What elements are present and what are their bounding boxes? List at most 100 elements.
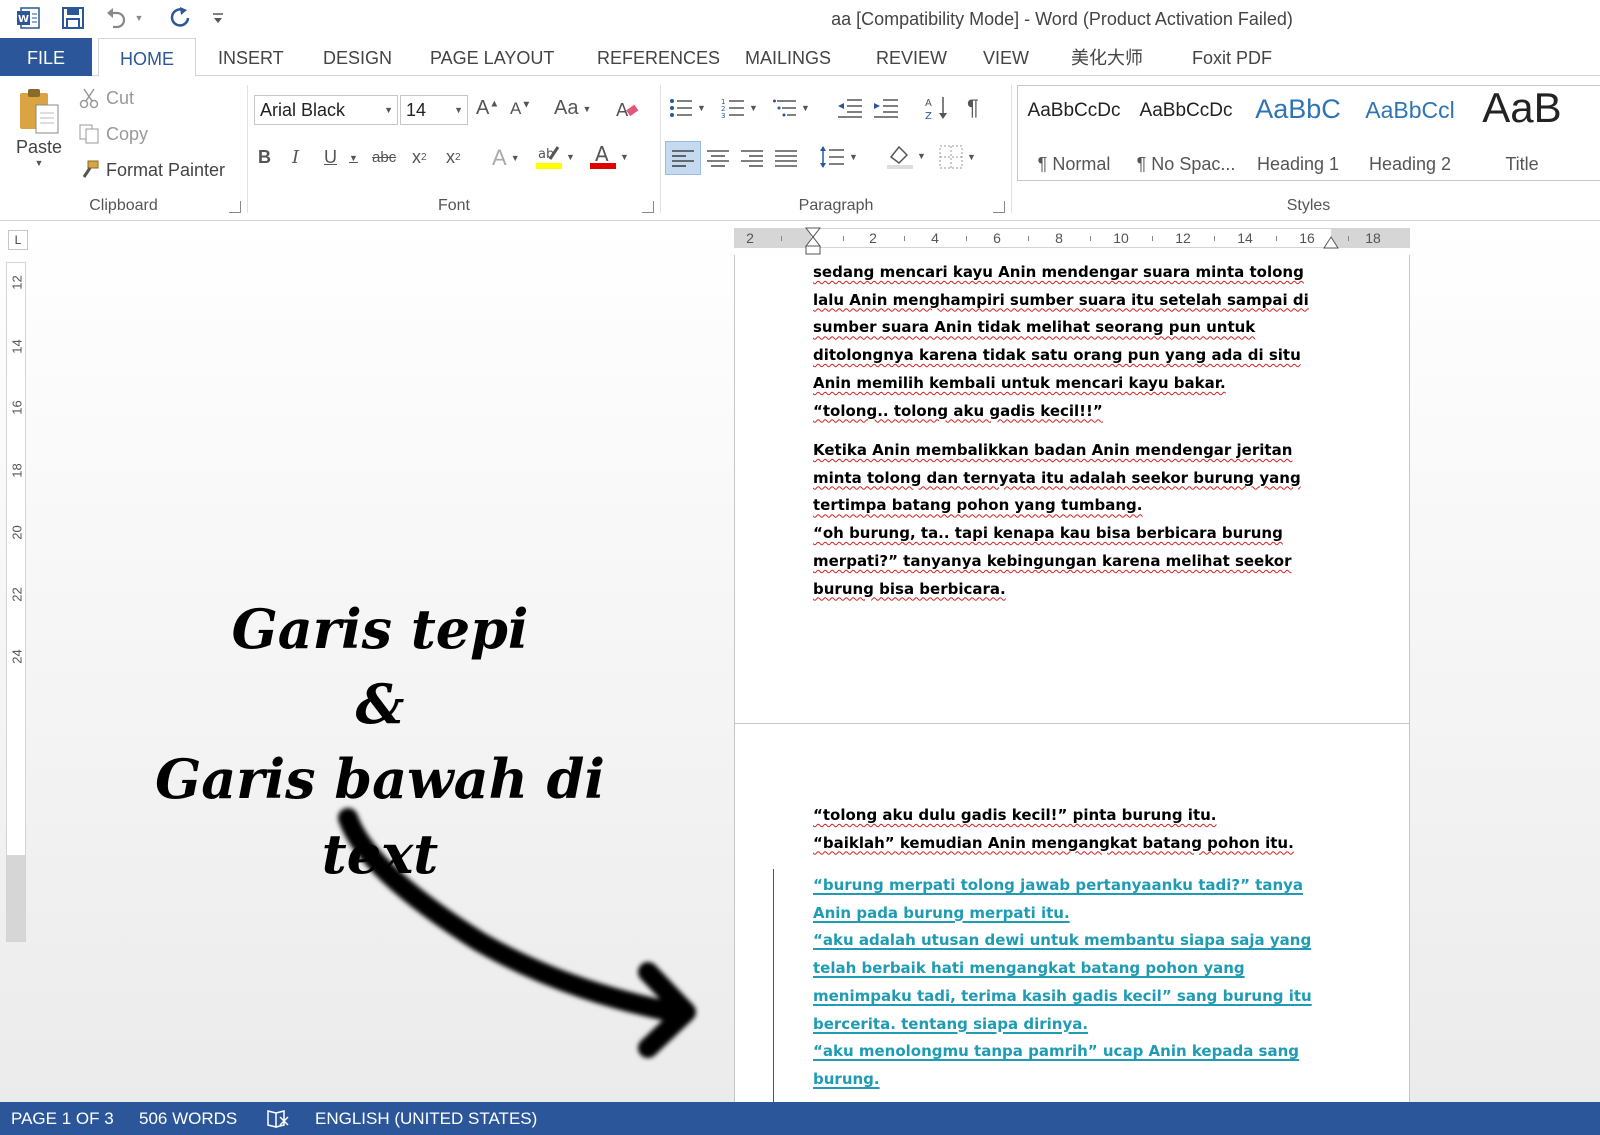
window-title: aa [Compatibility Mode] - Word (Product …	[831, 9, 1293, 29]
font-color-button[interactable]: A ▼	[590, 143, 629, 171]
font-launcher-icon[interactable]	[642, 201, 654, 213]
paste-dropdown-icon[interactable]: ▼	[35, 158, 44, 168]
style-name: Heading 2	[1368, 154, 1452, 174]
ruler-label: 16	[9, 400, 25, 415]
horizontal-ruler[interactable]: 2 2 4 6 8 10 12 14 16 18	[734, 227, 1410, 255]
document-page[interactable]: “tolong aku dulu gadis kecil!” pinta bur…	[734, 723, 1410, 1102]
text-line: “tolong.. tolong aku gadis kecil!!”	[813, 401, 1103, 420]
text-line: “aku menolongmu tanpa pamrih” ucap Anin …	[813, 1042, 1300, 1061]
document-page[interactable]: sedang mencari kayu Anin mendengar suara…	[734, 255, 1410, 743]
align-center-button[interactable]	[707, 149, 729, 167]
change-case-button[interactable]: Aa ▼	[554, 97, 591, 120]
clipboard-launcher-icon[interactable]	[229, 201, 241, 213]
superscript-button[interactable]: x2	[446, 147, 461, 168]
highlight-button[interactable]: ab ▼	[536, 143, 575, 171]
paragraph-launcher-icon[interactable]	[993, 201, 1005, 213]
font-size-box[interactable]: 14 ▼	[400, 95, 468, 125]
text-line: sedang mencari kayu Anin mendengar suara…	[813, 263, 1304, 281]
decrease-indent-button[interactable]	[837, 97, 863, 119]
tab-mailings[interactable]: MAILINGS	[733, 38, 843, 76]
tab-design[interactable]: DESIGN	[311, 38, 404, 76]
align-right-icon	[741, 149, 763, 167]
text-effects-icon: A	[492, 145, 507, 170]
annotation-line: Garis tepi	[231, 597, 529, 661]
text-line: tertimpa batang pohon yang tumbang.	[813, 496, 1143, 515]
tab-page-layout[interactable]: PAGE LAYOUT	[418, 38, 566, 76]
tab-home[interactable]: HOME	[98, 38, 196, 77]
sort-button[interactable]: AZ	[925, 95, 949, 121]
paragraph[interactable]: “tolong aku dulu gadis kecil!” pinta bur…	[813, 802, 1333, 857]
tab-meihuadashi[interactable]: 美化大师	[1059, 38, 1155, 76]
paragraph[interactable]: Ketika Anin membalikkan badan Anin mende…	[813, 437, 1333, 603]
decrease-indent-icon	[837, 97, 863, 119]
text-line: menimpaku tadi, terima kasih gadis kecil…	[813, 986, 1312, 1005]
font-name-box[interactable]: Arial Black ▼	[254, 95, 398, 125]
shading-button[interactable]: ▼	[887, 143, 926, 169]
paste-icon	[20, 89, 59, 134]
pilcrow-icon: ¶	[967, 95, 979, 120]
italic-button[interactable]: I	[292, 147, 299, 168]
text-line: “oh burung, ta.. tapi kenapa kau bisa be…	[813, 524, 1283, 543]
svg-text:3: 3	[721, 112, 725, 119]
subscript-button[interactable]: x2	[412, 147, 427, 168]
tab-selector[interactable]: L	[8, 230, 28, 250]
text-line: ditolongnya karena tidak satu orang pun …	[813, 346, 1301, 365]
tab-review[interactable]: REVIEW	[864, 38, 959, 76]
style-title[interactable]: AaB Title	[1466, 86, 1578, 180]
bold-button[interactable]: B	[258, 147, 271, 168]
style-normal[interactable]: AaBbCcDc ¶ Normal	[1018, 86, 1130, 180]
style-sample: AaB	[1482, 85, 1562, 131]
shrink-font-button[interactable]: A▼	[510, 99, 531, 119]
tab-view[interactable]: VIEW	[971, 38, 1041, 76]
line-spacing-button[interactable]: ▼	[819, 145, 858, 169]
increase-indent-button[interactable]	[873, 97, 899, 119]
style-heading-2[interactable]: AaBbCcl Heading 2	[1354, 86, 1466, 180]
align-left-button[interactable]	[665, 141, 701, 175]
grow-font-button[interactable]: A▲	[476, 97, 499, 120]
bullets-button[interactable]: ▼	[669, 97, 706, 119]
style-name: ¶ No Spac...	[1136, 154, 1236, 174]
tab-foxit-pdf[interactable]: Foxit PDF	[1180, 38, 1284, 76]
ruler-label: 8	[1055, 230, 1063, 246]
tab-insert[interactable]: INSERT	[206, 38, 296, 76]
underlined-paragraph[interactable]: “burung merpati tolong jawab pertanyaank…	[813, 872, 1333, 1094]
clear-formatting-button[interactable]: A	[614, 97, 640, 123]
borders-button[interactable]: ▼	[939, 145, 976, 169]
strikethrough-button[interactable]: abc	[372, 149, 396, 166]
ruler-label: 2	[746, 230, 754, 246]
copy-button[interactable]: Copy	[78, 123, 148, 145]
format-painter-button[interactable]: Format Painter	[78, 159, 225, 181]
align-right-button[interactable]	[741, 149, 763, 167]
show-marks-button[interactable]: ¶	[967, 95, 979, 121]
numbering-button[interactable]: 1 2 3 ▼	[721, 97, 758, 119]
multilevel-list-button[interactable]: ▼	[773, 97, 810, 119]
style-sample: AaBbCcDc	[1139, 100, 1233, 121]
style-no-spacing[interactable]: AaBbCcDc ¶ No Spac...	[1130, 86, 1242, 180]
language-indicator[interactable]: ENGLISH (UNITED STATES)	[315, 1109, 537, 1129]
right-indent-marker-icon[interactable]	[1323, 235, 1339, 249]
paragraph[interactable]: sedang mencari kayu Anin mendengar suara…	[813, 259, 1333, 425]
justify-button[interactable]	[775, 149, 797, 167]
paste-button[interactable]: Paste ▼	[14, 85, 64, 185]
tab-references[interactable]: REFERENCES	[585, 38, 732, 76]
underline-button[interactable]: U ▼	[324, 147, 358, 168]
format-painter-label: Format Painter	[106, 159, 226, 180]
vertical-ruler[interactable]: 12 14 16 18 20 22 24	[6, 262, 26, 942]
proofing-icon[interactable]	[266, 1109, 290, 1134]
clipboard-group: Paste ▼ Cut Copy Format Painter Clipboar…	[0, 77, 247, 221]
page-count[interactable]: PAGE 1 OF 3	[11, 1109, 114, 1129]
document-area[interactable]: L 2 2 4 6 8 10 12 14 16 18 12 14 16 18 2…	[0, 222, 1600, 1102]
indent-marker-icon[interactable]	[803, 227, 823, 255]
copy-label: Copy	[106, 123, 149, 144]
text-line: “aku adalah utusan dewi untuk membantu s…	[813, 931, 1312, 950]
word-count[interactable]: 506 WORDS	[139, 1109, 237, 1129]
style-heading-1[interactable]: AaBbC Heading 1	[1242, 86, 1354, 180]
copy-icon	[78, 123, 100, 145]
ruler-label: 14	[1237, 230, 1253, 246]
text-effects-button[interactable]: A ▼	[492, 145, 520, 171]
status-bar: PAGE 1 OF 3 506 WORDS ENGLISH (UNITED ST…	[0, 1102, 1600, 1135]
ruler-label: 22	[9, 587, 25, 602]
text-line: Anin pada burung merpati itu.	[813, 903, 1070, 922]
cut-button[interactable]: Cut	[78, 87, 134, 109]
tab-file[interactable]: FILE	[0, 38, 92, 76]
